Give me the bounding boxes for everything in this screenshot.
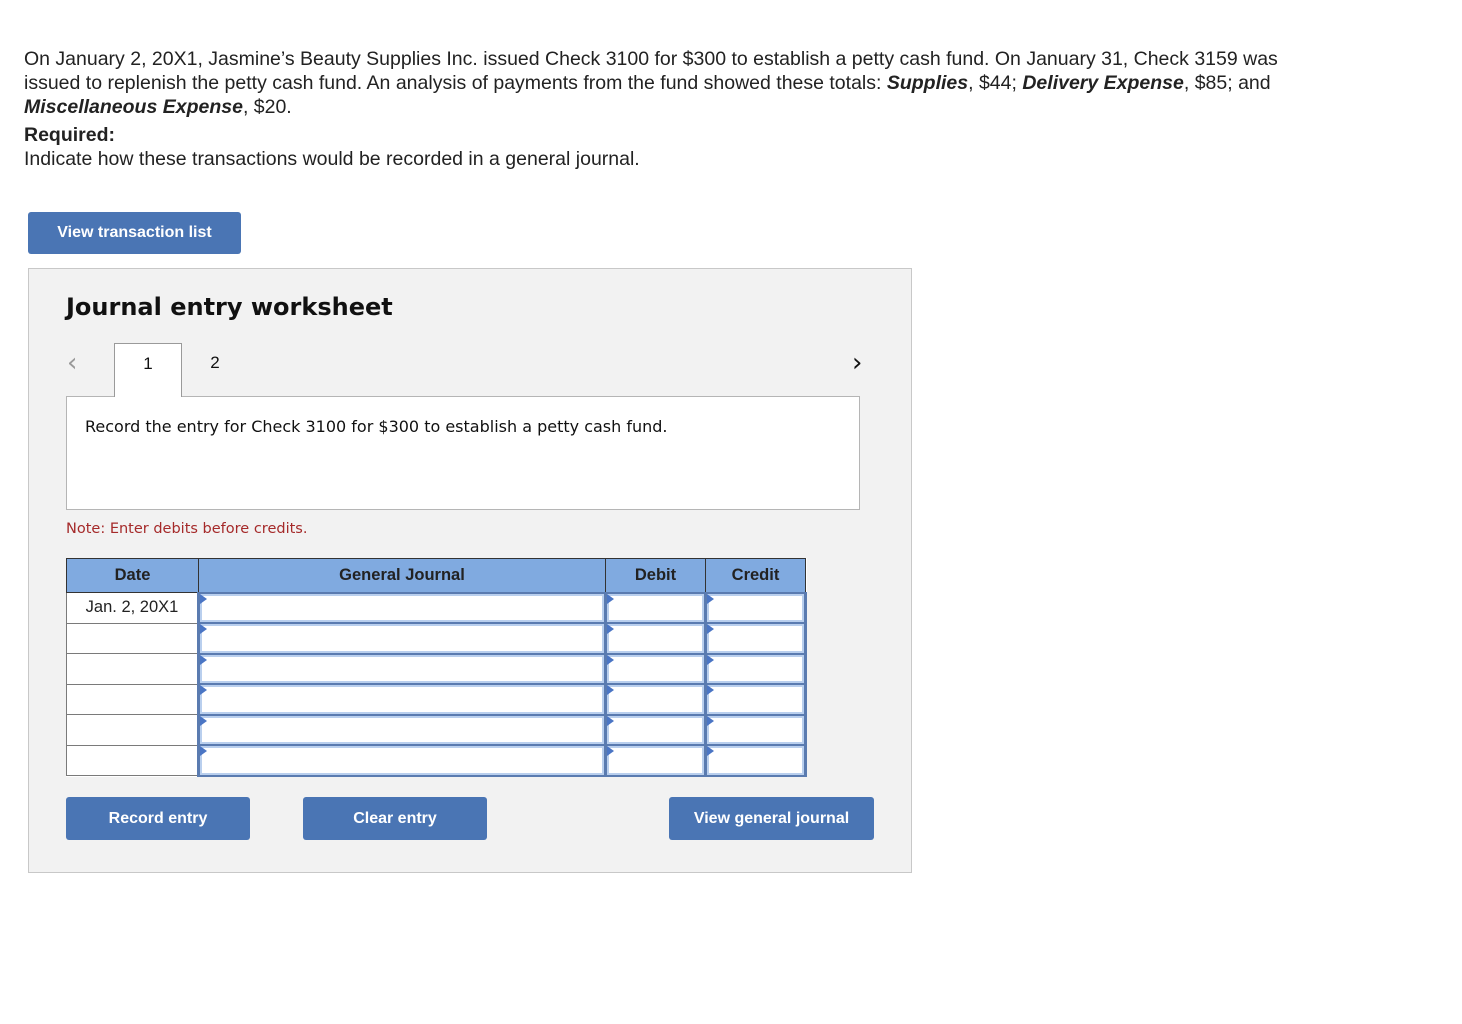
tab-entry-1[interactable]: 1 (114, 343, 182, 397)
account-cell (197, 713, 607, 746)
problem-text: , $85; and (1183, 71, 1271, 94)
credit-input[interactable] (707, 624, 804, 653)
debit-cell (604, 744, 707, 777)
problem-text: , $20. (242, 95, 292, 118)
table-row (66, 652, 807, 685)
debit-cell (604, 652, 707, 685)
credit-input[interactable] (707, 685, 804, 714)
worksheet-title: Journal entry worksheet (66, 293, 393, 321)
debit-input[interactable] (607, 593, 704, 622)
table-row (66, 713, 807, 746)
required-section: Required: Indicate how these transaction… (24, 123, 640, 171)
credit-cell (704, 713, 807, 746)
required-text: Indicate how these transactions would be… (24, 148, 640, 170)
account-cell (197, 591, 607, 624)
chevron-left-icon[interactable]: ‹ (67, 350, 87, 376)
date-cell (66, 744, 199, 776)
account-input[interactable] (200, 685, 604, 714)
account-cell (197, 652, 607, 685)
problem-term-delivery-expense: Delivery Expense (1022, 71, 1184, 94)
instruction-text: Record the entry for Check 3100 for $300… (85, 417, 668, 436)
journal-entry-worksheet: Journal entry worksheet ‹ 1 2 › Record t… (28, 268, 912, 873)
table-row (66, 622, 807, 655)
problem-text: , $44; (968, 71, 1023, 94)
chevron-right-icon[interactable]: › (852, 350, 872, 376)
date-cell (66, 622, 199, 654)
view-general-journal-button[interactable]: View general journal (669, 797, 874, 840)
journal-table: Date General Journal Debit Credit Jan. 2… (66, 558, 807, 777)
problem-term-supplies: Supplies (886, 71, 969, 94)
table-row (66, 683, 807, 716)
header-debit: Debit (605, 558, 706, 593)
debit-input[interactable] (607, 654, 704, 683)
date-cell (66, 714, 199, 746)
credit-cell (704, 622, 807, 655)
date-cell (66, 683, 199, 715)
required-label: Required: (24, 124, 116, 146)
debit-input[interactable] (607, 746, 704, 775)
debit-cell (604, 713, 707, 746)
tab-entry-2[interactable]: 2 (181, 343, 249, 397)
account-cell (197, 622, 607, 655)
problem-statement: On January 2, 20X1, Jasmine’s Beauty Sup… (24, 47, 1284, 119)
credit-cell (704, 744, 807, 777)
credit-input[interactable] (707, 715, 804, 744)
problem-term-miscellaneous-expense: Miscellaneous Expense (24, 95, 243, 118)
debit-input[interactable] (607, 715, 704, 744)
table-header-row: Date General Journal Debit Credit (66, 558, 806, 593)
account-input[interactable] (200, 624, 604, 653)
clear-entry-button[interactable]: Clear entry (303, 797, 487, 840)
account-cell (197, 744, 607, 777)
debit-cell (604, 591, 707, 624)
account-cell (197, 683, 607, 716)
credit-input[interactable] (707, 746, 804, 775)
date-cell: Jan. 2, 20X1 (66, 592, 199, 624)
credit-input[interactable] (707, 593, 804, 622)
debit-input[interactable] (607, 624, 704, 653)
header-credit: Credit (705, 558, 806, 593)
debit-cell (604, 683, 707, 716)
instruction-box: Record the entry for Check 3100 for $300… (66, 396, 860, 510)
credit-cell (704, 683, 807, 716)
header-general-journal: General Journal (198, 558, 606, 593)
credit-cell (704, 652, 807, 685)
view-transaction-list-button[interactable]: View transaction list (28, 212, 241, 254)
record-entry-button[interactable]: Record entry (66, 797, 250, 840)
credit-input[interactable] (707, 654, 804, 683)
debit-input[interactable] (607, 685, 704, 714)
account-input[interactable] (200, 746, 604, 775)
account-input[interactable] (200, 593, 604, 622)
account-input[interactable] (200, 715, 604, 744)
debit-cell (604, 622, 707, 655)
table-row (66, 744, 807, 777)
note-text: Note: Enter debits before credits. (66, 521, 308, 537)
credit-cell (704, 591, 807, 624)
account-input[interactable] (200, 654, 604, 683)
header-date: Date (66, 558, 199, 593)
table-row: Jan. 2, 20X1 (66, 591, 807, 624)
date-cell (66, 653, 199, 685)
